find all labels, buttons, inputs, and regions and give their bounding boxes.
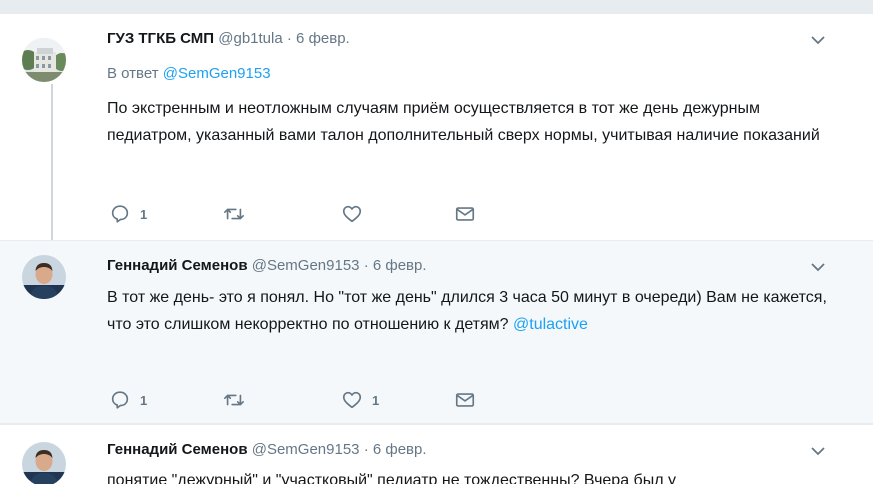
envelope-icon (455, 393, 475, 407)
avatar[interactable] (22, 255, 66, 299)
reply-button[interactable]: 1 (109, 201, 147, 227)
author-handle[interactable]: @SemGen9153 (252, 441, 360, 458)
user-photo (22, 255, 66, 299)
reply-button[interactable]: 1 (109, 387, 147, 413)
author-name[interactable]: ГУЗ ТГКБ СМП (107, 30, 214, 47)
reply-count: 1 (140, 392, 148, 408)
reply-icon (111, 205, 129, 223)
reply-context: В ответ @SemGen9153 (107, 65, 271, 82)
tweet-text-body: В тот же день- это я понял. Но "тот же д… (107, 289, 827, 333)
direct-message-button[interactable] (454, 387, 476, 413)
chevron-down-icon[interactable] (809, 31, 827, 49)
tweet-header: Геннадий Семенов @SemGen9153 · 6 февр. (107, 441, 427, 458)
chevron-down-icon[interactable] (809, 258, 827, 276)
like-button[interactable] (341, 201, 372, 227)
retweet-button[interactable] (223, 201, 254, 227)
tweet-date[interactable]: · 6 февр. (364, 441, 427, 458)
retweet-icon (224, 394, 244, 406)
timeline: ГУЗ ТГКБ СМП @gb1tula · 6 февр. В ответ … (0, 0, 873, 484)
heart-icon (342, 391, 362, 409)
like-button[interactable]: 1 (341, 387, 379, 413)
avatar[interactable] (22, 38, 66, 82)
author-name[interactable]: Геннадий Семенов (107, 441, 248, 458)
like-count: 1 (372, 392, 380, 408)
retweet-button[interactable] (223, 387, 254, 413)
envelope-icon (455, 207, 475, 221)
tweet[interactable]: Геннадий Семенов @SemGen9153 · 6 февр. п… (0, 425, 873, 484)
user-photo (22, 442, 66, 484)
tweet-text: По экстренным и неотложным случаям приём… (107, 100, 820, 144)
chevron-down-icon[interactable] (809, 442, 827, 460)
tweet-header: Геннадий Семенов @SemGen9153 · 6 февр. (107, 257, 427, 274)
tweet[interactable]: Геннадий Семенов @SemGen9153 · 6 февр. В… (0, 241, 873, 423)
avatar[interactable] (22, 442, 66, 484)
reply-prefix: В ответ (107, 65, 159, 82)
author-handle[interactable]: @gb1tula (218, 30, 282, 47)
tweet-header: ГУЗ ТГКБ СМП @gb1tula · 6 февр. (107, 30, 350, 47)
reply-handle-link[interactable]: @SemGen9153 (163, 65, 271, 82)
hospital-building-image (22, 38, 66, 82)
reply-icon (111, 391, 129, 409)
tweet-date[interactable]: · 6 февр. (287, 30, 350, 47)
tweet-text: В тот же день- это я понял. Но "тот же д… (107, 284, 847, 338)
direct-message-button[interactable] (454, 201, 476, 227)
reply-count: 1 (140, 206, 148, 222)
retweet-icon (224, 208, 244, 220)
author-handle[interactable]: @SemGen9153 (252, 257, 360, 274)
tweet-text: понятие "дежурный" и "участковый" педиат… (107, 472, 676, 484)
mention-link[interactable]: @tulactive (513, 316, 588, 333)
tweet[interactable]: ГУЗ ТГКБ СМП @gb1tula · 6 февр. В ответ … (0, 14, 873, 240)
tweet-date[interactable]: · 6 февр. (364, 257, 427, 274)
heart-icon (342, 205, 362, 223)
thread-line (51, 84, 53, 240)
author-name[interactable]: Геннадий Семенов (107, 257, 248, 274)
